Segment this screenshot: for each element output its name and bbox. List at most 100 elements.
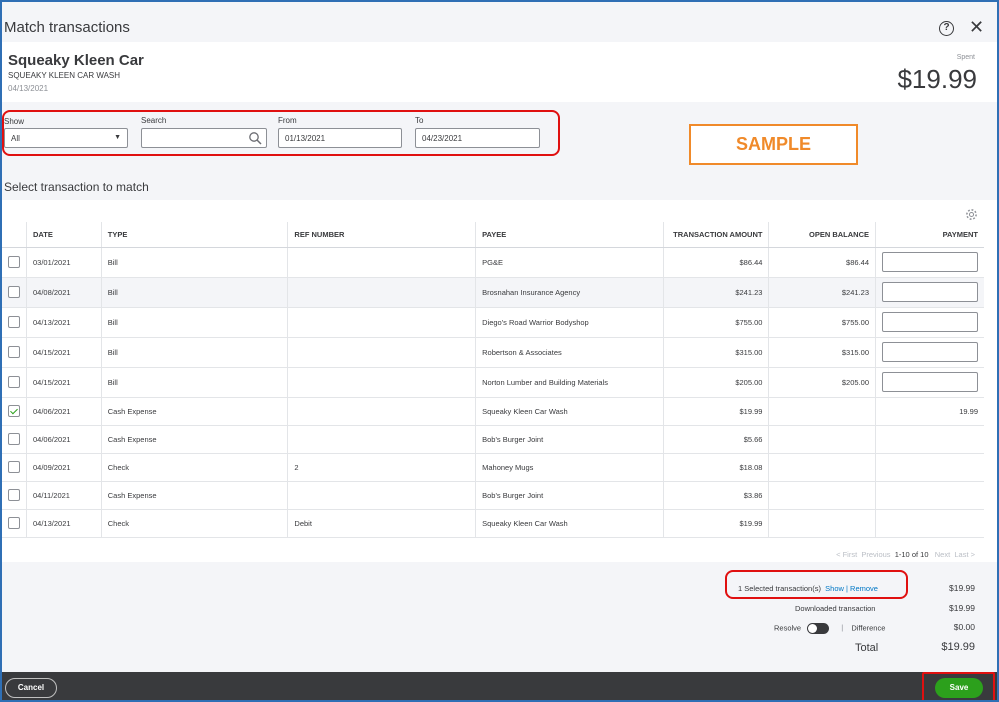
row-payment[interactable] bbox=[875, 247, 984, 278]
row-transaction-amount: $3.86 bbox=[663, 481, 770, 510]
payment-input[interactable] bbox=[882, 282, 978, 302]
column-header-type: TYPE bbox=[101, 222, 289, 248]
table-row[interactable]: 04/15/2021 Bill Norton Lumber and Building… bbox=[2, 367, 984, 398]
row-transaction-amount: $19.99 bbox=[663, 509, 770, 538]
row-payment bbox=[875, 453, 984, 482]
row-payee: Norton Lumber and Building Materials bbox=[475, 367, 664, 398]
from-date-input[interactable]: 01/13/2021 bbox=[278, 128, 402, 148]
row-checkbox[interactable] bbox=[8, 316, 20, 328]
table-row[interactable]: 03/01/2021 Bill PG&E $86.44 $86.44 bbox=[2, 247, 984, 278]
spent-label: Spent bbox=[956, 54, 975, 61]
payment-input[interactable] bbox=[882, 252, 978, 272]
transactions-table-container: DATE TYPE REF NUMBER PAYEE TRANSACTION A… bbox=[2, 200, 997, 562]
column-header-transaction-amount: TRANSACTION AMOUNT bbox=[663, 222, 770, 248]
table-row[interactable]: 04/09/2021 Check 2 Mahoney Mugs $18.08 bbox=[2, 453, 984, 482]
payment-input[interactable] bbox=[882, 312, 978, 332]
show-label: Show bbox=[4, 117, 25, 126]
row-payment[interactable] bbox=[875, 277, 984, 308]
search-icon[interactable] bbox=[248, 131, 262, 145]
table-row[interactable]: 04/08/2021 Bill Brosnahan Insurance Agency… bbox=[2, 277, 984, 308]
section-title: Select transaction to match bbox=[4, 180, 149, 194]
resolve-toggle[interactable] bbox=[807, 623, 830, 634]
show-selected-link[interactable]: Show bbox=[825, 584, 844, 593]
downloaded-amount: $19.99 bbox=[949, 603, 975, 613]
row-open-balance: $86.44 bbox=[768, 247, 876, 278]
payment-value: 19.99 bbox=[959, 406, 978, 416]
row-payee: Diego's Road Warrior Bodyshop bbox=[475, 307, 664, 338]
row-date: 04/15/2021 bbox=[26, 337, 102, 368]
row-checkbox[interactable] bbox=[8, 433, 20, 445]
remove-selected-link[interactable]: Remove bbox=[850, 584, 878, 593]
payment-input[interactable] bbox=[882, 372, 978, 392]
row-payee: PG&E bbox=[475, 247, 664, 278]
row-ref-number: Debit bbox=[287, 509, 477, 538]
help-icon[interactable]: ? bbox=[939, 21, 954, 36]
table-row[interactable]: 04/15/2021 Bill Robertson & Associates $315… bbox=[2, 337, 984, 368]
row-payment[interactable] bbox=[875, 367, 984, 398]
pager-first-link[interactable]: < First bbox=[836, 550, 857, 559]
row-date: 04/06/2021 bbox=[26, 397, 102, 426]
filter-bar: Show All ▼ Search From 01/13/2021 To 04/… bbox=[2, 102, 997, 198]
spent-amount: $19.99 bbox=[897, 64, 977, 94]
row-payment[interactable] bbox=[875, 307, 984, 338]
column-header-date: DATE bbox=[26, 222, 102, 248]
table-row[interactable]: 04/06/2021 Cash Expense Squeaky Kleen Car … bbox=[2, 397, 984, 426]
selected-transactions-text: 1 Selected transaction(s) bbox=[738, 584, 821, 593]
row-checkbox[interactable] bbox=[8, 286, 20, 298]
cancel-button[interactable]: Cancel bbox=[5, 678, 57, 698]
row-date: 04/11/2021 bbox=[26, 481, 102, 510]
row-checkbox[interactable] bbox=[8, 256, 20, 268]
table-row[interactable]: 04/13/2021 Check Debit Squeaky Kleen Car Wa… bbox=[2, 509, 984, 538]
resolve-row: Resolve | Difference bbox=[774, 623, 885, 634]
row-open-balance bbox=[768, 509, 876, 538]
row-select-cell bbox=[2, 509, 27, 538]
table-header-row: DATE TYPE REF NUMBER PAYEE TRANSACTION A… bbox=[2, 222, 984, 248]
row-checkbox[interactable] bbox=[8, 346, 20, 358]
row-type: Cash Expense bbox=[101, 397, 289, 426]
payment-input[interactable] bbox=[882, 342, 978, 362]
row-type: Bill bbox=[101, 277, 289, 308]
link-separator: | bbox=[846, 584, 848, 593]
row-payment[interactable] bbox=[875, 337, 984, 368]
row-checkbox[interactable] bbox=[8, 405, 20, 417]
row-ref-number bbox=[287, 397, 477, 426]
dialog-title: Match transactions bbox=[4, 19, 130, 36]
dialog-titlebar: Match transactions ? ✕ bbox=[2, 2, 997, 42]
row-transaction-amount: $86.44 bbox=[663, 247, 770, 278]
row-payee: Brosnahan Insurance Agency bbox=[475, 277, 664, 308]
column-header-ref-number: REF NUMBER bbox=[287, 222, 477, 248]
row-checkbox[interactable] bbox=[8, 489, 20, 501]
close-icon[interactable]: ✕ bbox=[969, 18, 984, 36]
pager-next-link[interactable]: Next bbox=[935, 550, 950, 559]
table-row[interactable]: 04/13/2021 Bill Diego's Road Warrior Bodys… bbox=[2, 307, 984, 338]
pager-last-link[interactable]: Last > bbox=[954, 550, 975, 559]
transactions-table: DATE TYPE REF NUMBER PAYEE TRANSACTION A… bbox=[2, 222, 984, 538]
table-row[interactable]: 04/11/2021 Cash Expense Bob's Burger Joint… bbox=[2, 481, 984, 510]
row-select-cell bbox=[2, 277, 27, 308]
row-checkbox[interactable] bbox=[8, 461, 20, 473]
transaction-description: SQUEAKY KLEEN CAR WASH bbox=[8, 71, 121, 80]
row-select-cell bbox=[2, 481, 27, 510]
transaction-payee: Squeaky Kleen Car bbox=[8, 52, 144, 69]
row-transaction-amount: $241.23 bbox=[663, 277, 770, 308]
search-input[interactable] bbox=[141, 128, 267, 148]
save-button[interactable]: Save bbox=[935, 678, 983, 698]
row-type: Check bbox=[101, 509, 289, 538]
column-header-payment: PAYMENT bbox=[875, 222, 984, 248]
to-date-input[interactable]: 04/23/2021 bbox=[415, 128, 540, 148]
row-transaction-amount: $205.00 bbox=[663, 367, 770, 398]
row-checkbox[interactable] bbox=[8, 517, 20, 529]
row-checkbox[interactable] bbox=[8, 376, 20, 388]
table-row[interactable]: 04/06/2021 Cash Expense Bob's Burger Joint… bbox=[2, 425, 984, 454]
gear-icon[interactable] bbox=[965, 208, 978, 221]
row-date: 03/01/2021 bbox=[26, 247, 102, 278]
resolve-label: Resolve bbox=[774, 623, 802, 633]
selected-amount: $19.99 bbox=[949, 583, 975, 593]
pager-previous-link[interactable]: Previous bbox=[861, 550, 890, 559]
total-amount: $19.99 bbox=[941, 641, 975, 653]
row-date: 04/08/2021 bbox=[26, 277, 102, 308]
to-label: To bbox=[415, 116, 424, 125]
row-type: Bill bbox=[101, 367, 289, 398]
show-select[interactable]: All ▼ bbox=[4, 128, 128, 148]
row-select-cell bbox=[2, 397, 27, 426]
